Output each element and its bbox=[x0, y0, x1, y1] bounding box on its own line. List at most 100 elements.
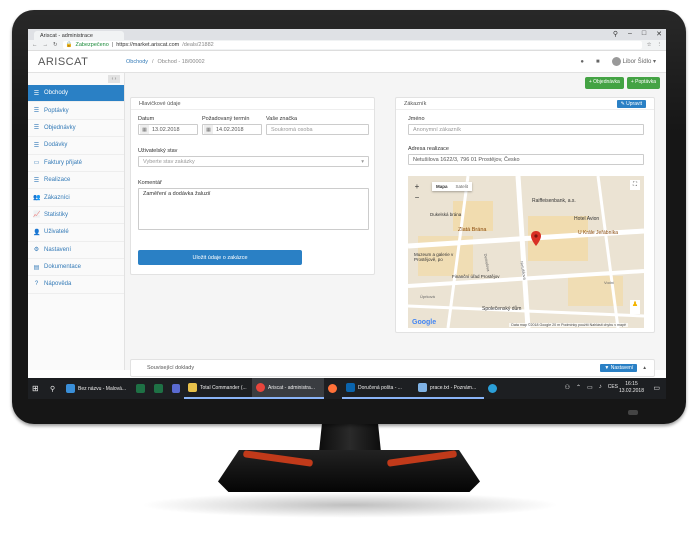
sidebar-item-dodavky[interactable]: ☰ Dodávky bbox=[28, 137, 124, 155]
panel-header: Související doklady ▼ Nastavení ▴ bbox=[131, 360, 654, 376]
sidebar-item-faktury[interactable]: ▭ Faktury přijaté bbox=[28, 155, 124, 172]
chart-icon: 📈 bbox=[33, 212, 41, 219]
map-widget[interactable]: Mapa Satelit ⛶ + − Raiffeisenbank, a.s. … bbox=[408, 176, 644, 328]
help-icon: ? bbox=[34, 281, 39, 288]
taskbar-excel[interactable] bbox=[132, 378, 150, 399]
network-icon[interactable]: ▭ bbox=[587, 384, 593, 391]
jmeno-label: Jméno bbox=[408, 116, 425, 122]
map-label: Finanční úřad Prostějov bbox=[452, 274, 500, 279]
sidebar-item-nastaveni[interactable]: ⚙ Nastavení bbox=[28, 242, 124, 259]
sidebar-item-poptavky[interactable]: ☰ Poptávky bbox=[28, 102, 124, 120]
termin-field[interactable]: ▦ 14.02.2018 bbox=[202, 124, 262, 135]
taskbar-clock[interactable]: 16:15 13.02.2018 bbox=[619, 381, 644, 395]
adresa-field[interactable]: Netušilova 1622/3, 796 01 Prostějov, Čes… bbox=[408, 154, 644, 165]
settings-button[interactable]: ▼ Nastavení bbox=[600, 364, 638, 372]
window-controls: ⚲ – □ ✕ bbox=[613, 30, 662, 38]
browser-tabbar: Ariscat - administrace ⚲ – □ ✕ bbox=[28, 29, 666, 40]
termin-group: Požadovaný termín ▦ 14.02.2018 bbox=[202, 116, 262, 135]
panel-header: Hlavičkové údaje bbox=[131, 98, 374, 110]
volume-icon[interactable]: ♪ bbox=[599, 384, 602, 391]
gear-icon: ⚙ bbox=[33, 247, 40, 254]
people-icon[interactable]: ⚇ bbox=[565, 384, 570, 391]
stav-select[interactable]: Vyberte stav zakázky ▾ bbox=[138, 156, 369, 167]
sidebar-item-dokumentace[interactable]: ▤ Dokumentace bbox=[28, 259, 124, 277]
secure-label: Zabezpečeno bbox=[75, 42, 109, 48]
url-separator: | bbox=[111, 42, 114, 48]
app-logo[interactable]: ARISCAT bbox=[28, 56, 126, 68]
datum-field[interactable]: ▦ 13.02.2018 bbox=[138, 124, 198, 135]
map-tab[interactable]: Mapa bbox=[432, 182, 452, 191]
termin-label: Požadovaný termín bbox=[202, 116, 250, 122]
chat-icon[interactable]: ■ bbox=[596, 59, 600, 65]
taskbar-outlook[interactable]: Doručená pošta - ... bbox=[342, 378, 414, 399]
taskbar-chrome[interactable]: Ariscat - administra... bbox=[252, 378, 324, 399]
chevron-up-icon[interactable]: ⌃ bbox=[576, 384, 581, 391]
save-button[interactable]: Uložit údaje o zakázce bbox=[138, 250, 302, 265]
list-icon: ☰ bbox=[33, 108, 40, 115]
taskbar-notepad[interactable]: prace.txt - Poznám... bbox=[414, 378, 484, 399]
collapse-toggle[interactable]: ‹ › bbox=[108, 75, 120, 83]
help-icon[interactable]: ● bbox=[580, 59, 584, 65]
notification-icon[interactable]: ▭ bbox=[653, 384, 660, 392]
znacka-field[interactable]: Soukromá osoba bbox=[266, 124, 369, 135]
fullscreen-icon[interactable]: ⛶ bbox=[630, 180, 640, 190]
start-button[interactable]: ⊞ bbox=[28, 378, 46, 399]
close-button[interactable]: ✕ bbox=[656, 30, 662, 38]
satellite-tab[interactable]: Satelit bbox=[452, 182, 473, 191]
add-poptavka-button[interactable]: + Poptávka bbox=[626, 77, 660, 89]
list-icon: ☰ bbox=[33, 142, 40, 149]
sidebar-item-realizace[interactable]: ☰ Realizace bbox=[28, 172, 124, 190]
url-host: https://market.ariscat.com bbox=[116, 42, 180, 48]
tray: ⚇ ⌃ ▭ ♪ CES bbox=[565, 384, 618, 391]
address-field[interactable]: 🔒 Zabezpečeno | https://market.ariscat.c… bbox=[62, 41, 642, 49]
maximize-button[interactable]: □ bbox=[642, 30, 646, 38]
power-button[interactable] bbox=[628, 410, 638, 415]
user-menu[interactable]: Libor Šídlo ▾ bbox=[611, 57, 656, 66]
taskbar-app[interactable] bbox=[484, 378, 502, 399]
search-icon[interactable]: ⚲ bbox=[46, 378, 62, 399]
tab-title: Ariscat - administrace bbox=[40, 33, 93, 39]
edit-button[interactable]: ✎ Upravit bbox=[616, 99, 646, 108]
taskbar-label: Total Commander (... bbox=[200, 384, 247, 391]
back-icon[interactable]: ← bbox=[32, 42, 38, 48]
adresa-label: Adresa realizace bbox=[408, 146, 449, 152]
sidebar-item-statistiky[interactable]: 📈 Statistiky bbox=[28, 207, 124, 225]
sidebar-item-label: Zákazníci bbox=[44, 194, 70, 201]
taskbar-firefox[interactable] bbox=[324, 378, 342, 399]
taskbar-total-commander[interactable]: Total Commander (... bbox=[184, 378, 252, 399]
jmeno-field[interactable]: Anonymní zákazník bbox=[408, 124, 644, 135]
windows-taskbar: ⊞ ⚲ Bez názvu - Malová... Total Commande… bbox=[28, 378, 666, 399]
lock-icon: 🔒 bbox=[65, 42, 73, 48]
chrome-icon bbox=[256, 383, 265, 392]
menu-icon[interactable]: ⋮ bbox=[657, 42, 663, 48]
sidebar-item-uzivatele[interactable]: 👤 Uživatelé bbox=[28, 224, 124, 242]
taskbar-paint[interactable]: Bez názvu - Malová... bbox=[62, 378, 132, 399]
taskbar-save[interactable] bbox=[168, 378, 184, 399]
komentar-group: Komentář Zaměření a dodávka žaluzií bbox=[138, 180, 369, 230]
taskbar-excel-2[interactable] bbox=[150, 378, 168, 399]
sidebar-item-obchody[interactable]: ☰ Obchody bbox=[28, 85, 124, 103]
chevron-up-icon[interactable]: ▴ bbox=[643, 365, 646, 371]
star-icon[interactable]: ☆ bbox=[647, 42, 652, 48]
pegman-icon[interactable]: ♟ bbox=[630, 300, 640, 314]
zoom-out-button[interactable]: − bbox=[412, 193, 422, 203]
language-indicator[interactable]: CES bbox=[608, 384, 618, 391]
monitor-scene: Ariscat - administrace ⚲ – □ ✕ ← → ↻ 🔒 Z… bbox=[0, 0, 700, 548]
add-objednavka-button[interactable]: + Objednávka bbox=[584, 77, 624, 89]
breadcrumb-current: Obchod - 18/00002 bbox=[157, 58, 205, 65]
komentar-label: Komentář bbox=[138, 180, 162, 186]
map-type-toggle: Mapa Satelit bbox=[432, 182, 473, 191]
sidebar-item-napoveda[interactable]: ? Nápověda bbox=[28, 276, 124, 294]
browser-tab[interactable]: Ariscat - administrace bbox=[34, 31, 124, 40]
sidebar-item-zakaznici[interactable]: 👥 Zákazníci bbox=[28, 189, 124, 207]
search-icon[interactable]: ⚲ bbox=[613, 30, 618, 38]
komentar-textarea[interactable]: Zaměření a dodávka žaluzií bbox=[138, 188, 369, 230]
zoom-in-button[interactable]: + bbox=[412, 182, 422, 192]
reload-icon[interactable]: ↻ bbox=[53, 42, 58, 48]
forward-icon[interactable]: → bbox=[43, 42, 49, 48]
sidebar-item-objednavky[interactable]: ☰ Objednávky bbox=[28, 120, 124, 138]
breadcrumb-obchody[interactable]: Obchody bbox=[126, 59, 148, 65]
paint-icon bbox=[66, 384, 75, 393]
sidebar-item-label: Realizace bbox=[44, 177, 71, 184]
minimize-button[interactable]: – bbox=[628, 30, 632, 38]
